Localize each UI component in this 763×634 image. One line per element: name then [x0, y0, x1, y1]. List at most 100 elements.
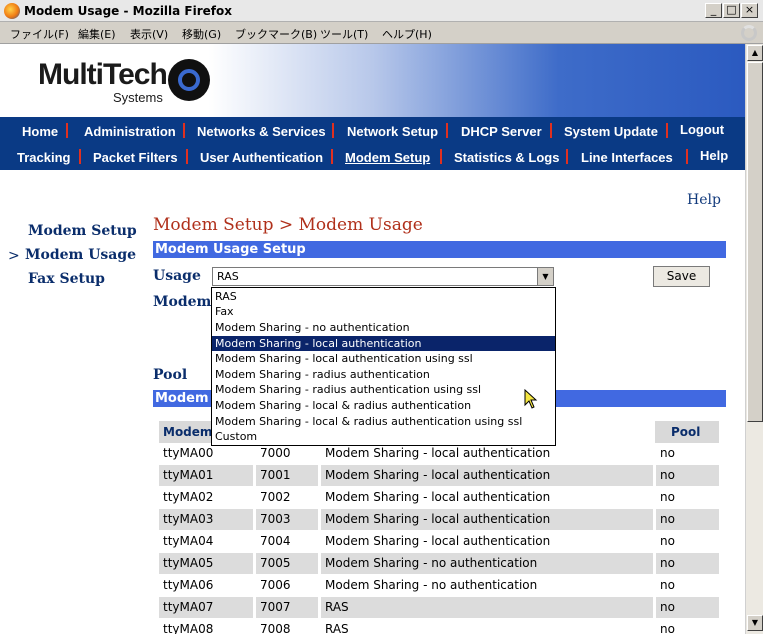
nav-separator — [550, 123, 552, 138]
cell-port: 7005 — [256, 553, 318, 574]
nav-system-update[interactable]: System Update — [564, 124, 658, 139]
scroll-up-icon[interactable]: ▲ — [747, 45, 763, 61]
sidebar-item-fax-setup[interactable]: Fax Setup — [28, 271, 105, 287]
table-row: ttyMA08 7008 RAS no — [159, 619, 719, 634]
cell-port: 7001 — [256, 465, 318, 486]
cell-modem: ttyMA00 — [163, 446, 214, 460]
cell-modem: ttyMA02 — [163, 490, 214, 504]
nav-separator — [686, 149, 688, 164]
dropdown-option[interactable]: Fax — [212, 304, 555, 319]
menu-help[interactable]: ヘルプ(H) — [382, 26, 432, 42]
dropdown-option[interactable]: Modem Sharing - local & radius authentic… — [212, 398, 555, 413]
nav-separator — [183, 123, 185, 138]
section-header-usage-setup: Modem Usage Setup — [153, 241, 726, 258]
cell-modem: ttyMA08 — [163, 622, 214, 634]
cell-port: 7007 — [256, 597, 318, 618]
nav-tracking[interactable]: Tracking — [17, 150, 70, 165]
cell-usage: RAS — [325, 622, 349, 634]
dropdown-option-highlighted[interactable]: Modem Sharing - local authentication — [212, 336, 555, 351]
column-header-pool: Pool — [655, 421, 719, 443]
dropdown-option[interactable]: Custom — [212, 429, 555, 444]
menu-go[interactable]: 移動(G) — [182, 26, 221, 42]
nav-separator — [186, 149, 188, 164]
nav-statistics-logs[interactable]: Statistics & Logs — [454, 150, 559, 165]
table-row: ttyMA05 7005 Modem Sharing - no authenti… — [159, 553, 719, 575]
nav-packet-filters[interactable]: Packet Filters — [93, 150, 178, 165]
nav-administration[interactable]: Administration — [84, 124, 176, 139]
cell-port: 7008 — [260, 622, 291, 634]
cell-pool: no — [660, 622, 675, 634]
cell-port: 7002 — [260, 490, 291, 504]
sidebar-item-modem-setup[interactable]: Modem Setup — [28, 223, 137, 239]
dropdown-option[interactable]: Modem Sharing - local & radius authentic… — [212, 414, 555, 429]
cell-port: 7004 — [260, 534, 291, 548]
table-row: ttyMA01 7001 Modem Sharing - local authe… — [159, 465, 719, 487]
table-row: ttyMA07 7007 RAS no — [159, 597, 719, 619]
nav-help[interactable]: Help — [700, 148, 728, 163]
nav-network-setup[interactable]: Network Setup — [347, 124, 438, 139]
cell-pool: no — [660, 490, 675, 504]
dropdown-option[interactable]: Modem Sharing - radius authentication us… — [212, 382, 555, 397]
close-button[interactable]: × — [741, 3, 758, 18]
table-row: ttyMA02 7002 Modem Sharing - local authe… — [159, 487, 719, 509]
nav-separator — [66, 123, 68, 138]
dropdown-option[interactable]: Modem Sharing - no authentication — [212, 320, 555, 335]
table-row: ttyMA00 7000 Modem Sharing - local authe… — [159, 443, 719, 465]
dropdown-option[interactable]: Modem Sharing - local authentication usi… — [212, 351, 555, 366]
dropdown-option[interactable]: RAS — [212, 289, 555, 304]
window-titlebar: Modem Usage - Mozilla Firefox _ □ × — [0, 0, 763, 22]
cell-usage: Modem Sharing - no authentication — [321, 553, 653, 574]
sidebar-item-modem-usage[interactable]: Modem Usage — [25, 247, 136, 263]
scrollbar-thumb[interactable] — [747, 62, 763, 422]
nav-line-interfaces[interactable]: Line Interfaces — [581, 150, 673, 165]
menu-bookmarks[interactable]: ブックマーク(B) — [235, 26, 317, 42]
cell-usage: RAS — [321, 597, 653, 618]
usage-label: Usage — [153, 268, 201, 284]
throbber-icon — [741, 25, 757, 41]
nav-separator — [79, 149, 81, 164]
firefox-icon — [4, 3, 20, 19]
nav-networks-services[interactable]: Networks & Services — [197, 124, 326, 139]
main-nav: Home Administration Networks & Services … — [0, 117, 745, 170]
cell-usage: Modem Sharing - local authentication — [321, 465, 653, 486]
menu-edit[interactable]: 編集(E) — [78, 26, 116, 42]
cell-usage: Modem Sharing - local authentication — [325, 534, 551, 548]
nav-home[interactable]: Home — [22, 124, 58, 139]
modem-label: Modem — [153, 294, 212, 310]
cell-pool: no — [660, 446, 675, 460]
cell-port: 7006 — [260, 578, 291, 592]
menu-file[interactable]: ファイル(F) — [10, 26, 69, 42]
minimize-button[interactable]: _ — [705, 3, 722, 18]
nav-separator — [331, 149, 333, 164]
pool-label: Pool — [153, 367, 188, 383]
cell-pool: no — [656, 553, 719, 574]
maximize-button[interactable]: □ — [723, 3, 740, 18]
save-button[interactable]: Save — [653, 266, 710, 287]
usage-select[interactable]: RAS ▼ — [212, 267, 554, 286]
vertical-scrollbar[interactable]: ▲ ▼ — [745, 44, 763, 634]
cell-pool: no — [656, 465, 719, 486]
mouse-pointer-icon — [524, 389, 538, 409]
nav-logout[interactable]: Logout — [680, 122, 724, 137]
nav-user-authentication[interactable]: User Authentication — [200, 150, 323, 165]
dropdown-option[interactable]: Modem Sharing - radius authentication — [212, 367, 555, 382]
cell-pool: no — [656, 597, 719, 618]
cell-modem: ttyMA03 — [159, 509, 253, 530]
menubar: ファイル(F) 編集(E) 表示(V) 移動(G) ブックマーク(B) ツール(… — [0, 22, 763, 44]
table-row: ttyMA04 7004 Modem Sharing - local authe… — [159, 531, 719, 553]
scroll-down-icon[interactable]: ▼ — [747, 615, 763, 631]
nav-dhcp-server[interactable]: DHCP Server — [461, 124, 542, 139]
cell-usage: Modem Sharing - local authentication — [321, 509, 653, 530]
chevron-down-icon[interactable]: ▼ — [537, 268, 553, 285]
current-page-arrow-icon: > — [8, 248, 20, 264]
help-link[interactable]: Help — [687, 192, 721, 208]
table-row: ttyMA06 7006 Modem Sharing - no authenti… — [159, 575, 719, 597]
cell-usage: Modem Sharing - local authentication — [325, 446, 551, 460]
page-title: Modem Setup > Modem Usage — [153, 215, 423, 235]
menu-tools[interactable]: ツール(T) — [320, 26, 368, 42]
cell-usage: Modem Sharing - local authentication — [325, 490, 551, 504]
nav-modem-setup[interactable]: Modem Setup — [345, 150, 430, 165]
menu-view[interactable]: 表示(V) — [130, 26, 168, 42]
nav-separator — [332, 123, 334, 138]
cell-port: 7003 — [256, 509, 318, 530]
